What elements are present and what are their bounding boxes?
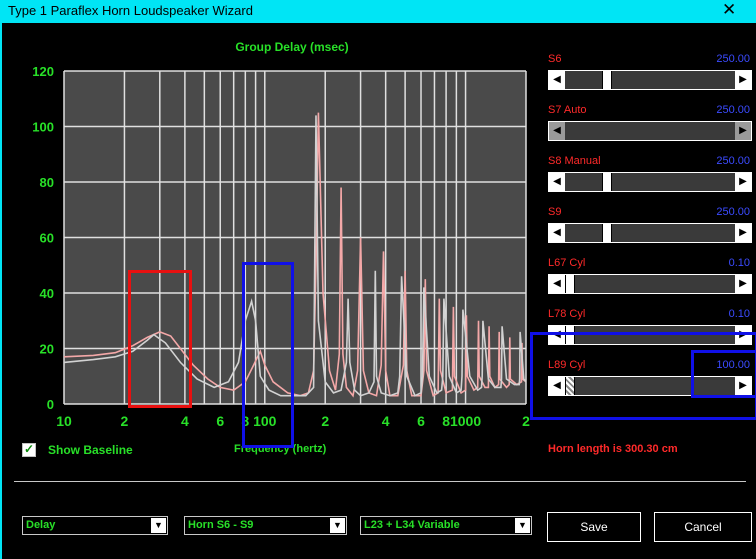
slider-label: S8 Manual [548,155,601,167]
slider-label: L67 Cyl [548,257,586,269]
slider-thumb[interactable] [565,377,575,395]
slider-track[interactable]: ◀ ▶ [548,376,752,396]
arrow-right-icon[interactable]: ▶ [735,326,751,344]
x-tick-label: 8 [241,413,249,429]
y-tick-label: 20 [40,342,54,357]
slider-track[interactable]: ◀ ▶ [548,172,752,192]
x-tick-label: 1000 [450,413,481,429]
x-tick-label: 100 [253,413,277,429]
slider-thumb[interactable] [601,173,612,191]
slider-value: 250.00 [716,206,750,218]
select-value: L23 + L34 Variable [364,519,460,531]
arrow-left-icon[interactable]: ◀ [549,326,565,344]
slider-label: S9 [548,206,562,218]
save-button[interactable]: Save [547,512,641,542]
x-tick-label: 6 [216,413,224,429]
slider-label: S6 [548,53,562,65]
y-tick-label: 60 [40,231,54,246]
slider-value: 250.00 [716,155,750,167]
show-baseline-label[interactable]: Show Baseline [48,443,133,457]
chevron-down-icon[interactable]: ▼ [330,518,345,533]
length-mode-select[interactable]: L23 + L34 Variable ▼ [360,516,532,535]
x-tick-label: 4 [181,413,189,429]
y-tick-label: 120 [32,64,54,79]
close-icon[interactable]: ✕ [722,0,736,20]
slider-label: L89 Cyl [548,359,586,371]
select-value: Delay [26,519,56,531]
group-delay-chart: 02040608010012010 2 4 6 8 100 2 4 6 8 1000 2Group D… [32,40,530,429]
arrow-left-icon[interactable]: ◀ [549,224,565,242]
arrow-right-icon[interactable]: ▶ [735,122,751,140]
slider-track[interactable]: ◀ ▶ [548,223,752,243]
slider-track[interactable]: ◀ ▶ [548,121,752,141]
divider [14,481,746,482]
arrow-left-icon[interactable]: ◀ [549,71,565,89]
window-title: Type 1 Paraflex Horn Loudspeaker Wizard [8,3,253,18]
slider-value: 0.10 [728,308,750,320]
select-value: Horn S6 - S9 [188,519,254,531]
check-icon: ✓ [24,442,35,456]
x-tick-label: 2 [321,413,329,429]
wizard-body: 0 20 40 60 80 100 120 10 2 4 6 8 100 2 4 6 8 1000 2 Group D… [0,23,756,559]
slider-track[interactable]: ◀ ▶ [548,70,752,90]
arrow-left-icon[interactable]: ◀ [549,377,565,395]
slider-thumb[interactable] [565,275,575,293]
x-axis-label: Frequency (hertz) [234,443,327,455]
arrow-right-icon[interactable]: ▶ [735,173,751,191]
slider-value: 0.10 [728,257,750,269]
y-tick-label: 80 [40,175,54,190]
chevron-down-icon[interactable]: ▼ [515,518,530,533]
slider-track[interactable]: ◀ ▶ [548,325,752,345]
x-tick-label: 6 [417,413,425,429]
x-tick-label: 4 [382,413,390,429]
arrow-left-icon[interactable]: ◀ [549,173,565,191]
y-tick-label: 0 [47,397,54,412]
chevron-down-icon[interactable]: ▼ [151,518,166,533]
slider-track[interactable]: ◀ ▶ [548,274,752,294]
slider-label: L78 Cyl [548,308,586,320]
arrow-left-icon[interactable]: ◀ [549,122,565,140]
x-tick-label: 2 [121,413,129,429]
slider-value: 250.00 [716,53,750,65]
slider-label: S7 Auto [548,104,587,116]
slider-value: 100.00 [716,359,750,371]
horn-length-text: Horn length is 300.30 cm [548,443,678,455]
display-type-select[interactable]: Delay ▼ [22,516,168,535]
arrow-left-icon[interactable]: ◀ [549,275,565,293]
y-tick-label: 100 [32,120,54,135]
arrow-right-icon[interactable]: ▶ [735,377,751,395]
y-tick-label: 40 [40,286,54,301]
arrow-right-icon[interactable]: ▶ [735,275,751,293]
show-baseline-checkbox[interactable]: ✓ [22,442,36,457]
arrow-right-icon[interactable]: ▶ [735,71,751,89]
title-bar: Type 1 Paraflex Horn Loudspeaker Wizard … [0,0,756,23]
chart-title: Group Delay (msec) [235,40,348,54]
x-tick-label: 10 [56,413,72,429]
slider-thumb[interactable] [565,326,575,344]
slider-thumb[interactable] [601,224,612,242]
x-tick-label: 2 [522,413,530,429]
slider-thumb[interactable] [601,71,612,89]
slider-value: 250.00 [716,104,750,116]
arrow-right-icon[interactable]: ▶ [735,224,751,242]
cancel-button[interactable]: Cancel [654,512,752,542]
horn-section-select[interactable]: Horn S6 - S9 ▼ [184,516,347,535]
